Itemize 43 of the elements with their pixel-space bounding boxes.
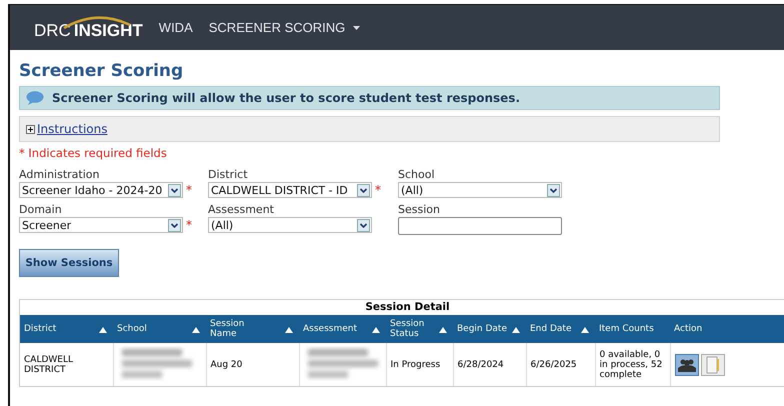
dropdown-field[interactable]: (All) xyxy=(398,182,562,198)
required-mark: * xyxy=(186,218,192,232)
field-label: School xyxy=(398,168,436,181)
field-label: District xyxy=(208,168,249,181)
required-note: * Indicates required fields xyxy=(19,146,168,160)
column-header[interactable]: District xyxy=(20,315,113,343)
students-button[interactable] xyxy=(674,354,698,376)
field-label: Assessment xyxy=(208,203,275,216)
field-label: Domain xyxy=(19,203,63,216)
table-cell: 0 available, 0 in process, 52 complete xyxy=(600,350,662,380)
column-header[interactable]: Session Status xyxy=(386,315,453,343)
text-input-field[interactable] xyxy=(398,217,562,235)
dropdown-field[interactable]: Screener Idaho - 2024-20 xyxy=(19,182,183,198)
table-cell: Aug 20 xyxy=(210,360,242,370)
column-header: Item Counts xyxy=(595,315,670,343)
column-header[interactable]: School xyxy=(113,315,206,343)
field-label: Session xyxy=(398,203,441,216)
required-mark: * xyxy=(375,183,381,197)
dropdown-field[interactable]: (All) xyxy=(208,217,372,233)
info-message: Screener Scoring will allow the user to score student test responses. xyxy=(52,91,520,105)
table-title: Session Detail xyxy=(364,300,451,315)
people-icon xyxy=(678,358,696,372)
dropdown-field[interactable]: CALDWELL DISTRICT - ID xyxy=(208,182,372,198)
page-title: Screener Scoring xyxy=(19,61,184,81)
column-header[interactable]: Assessment xyxy=(299,315,386,343)
show-sessions-button[interactable]: Show Sessions xyxy=(19,249,119,277)
nav-menu-item[interactable]: SCREENER SCORING xyxy=(208,20,360,35)
nav-menu-item[interactable]: WIDA xyxy=(158,20,193,35)
speech-bubble-icon xyxy=(26,91,44,105)
logo[interactable]: DRC INSIGHT xyxy=(34,14,143,40)
field-label: Administration xyxy=(19,168,100,181)
column-header[interactable]: Begin Date xyxy=(453,315,526,343)
dropdown-field[interactable]: Screener xyxy=(19,217,183,233)
table-cell: In Progress xyxy=(390,360,440,370)
column-header: Action xyxy=(670,315,784,343)
column-header[interactable]: Session Name xyxy=(206,315,299,343)
table-cell: CALDWELL DISTRICT xyxy=(24,354,73,374)
notepad-icon xyxy=(706,356,720,374)
table-cell: 6/28/2024 xyxy=(458,360,504,370)
instructions-link[interactable]: Instructions xyxy=(37,122,108,136)
required-mark: * xyxy=(186,183,192,197)
table-cell: 6/26/2025 xyxy=(530,360,577,370)
column-header[interactable]: End Date xyxy=(526,315,595,343)
